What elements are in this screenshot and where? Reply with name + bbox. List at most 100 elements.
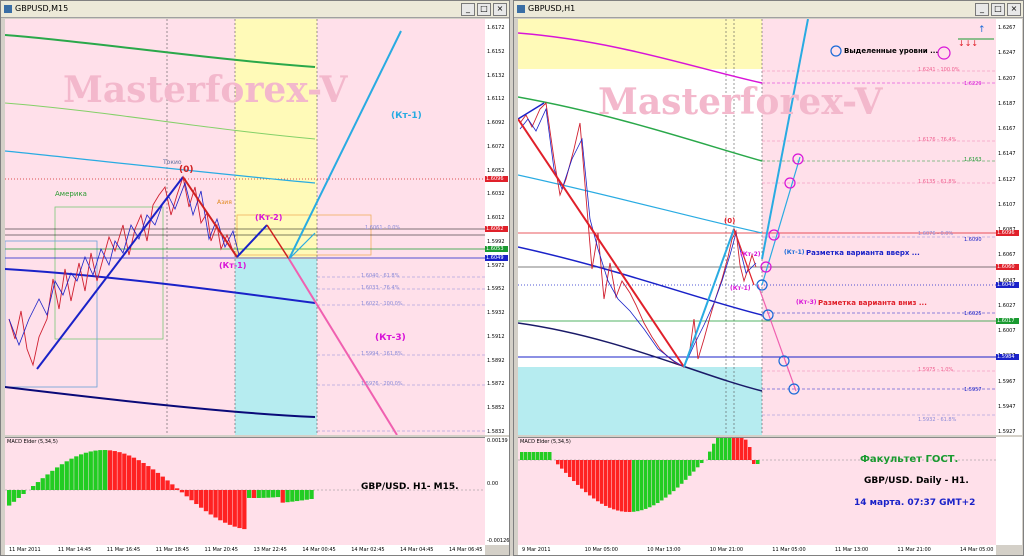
macd-bar — [103, 450, 108, 490]
macd-bar — [11, 490, 17, 502]
macd-bar — [184, 490, 189, 497]
macd-bar — [748, 447, 752, 460]
wave-line-1 — [182, 176, 238, 258]
time-tick: 13 Mar 22:45 — [253, 547, 287, 553]
right-chart-window[interactable]: GBPUSD,H1 _ □ × Masterforex-V ↑ ↓↓↓ Выде… — [513, 0, 1024, 556]
fib-rlabel-8: 1.6025 — [964, 311, 982, 317]
macd-bar — [672, 460, 676, 492]
price-tick: 1.6172 — [487, 25, 505, 31]
macd-bar — [644, 460, 648, 509]
macd-bar — [696, 460, 700, 468]
price-tick: 1.5872 — [487, 381, 505, 388]
macd-bar — [560, 460, 564, 469]
macd-bar — [50, 470, 55, 490]
price-tag-green: 1.6017 — [996, 318, 1019, 324]
macd-bar — [266, 490, 271, 498]
fib-label-4: 1.6022 - 100.0% — [361, 301, 403, 307]
macd-bar — [141, 462, 146, 490]
left-price-axis[interactable]: 1.6172 1.6152 1.6132 1.6112 1.6092 1.6072 1.60… — [485, 19, 509, 435]
macd-bar — [656, 460, 660, 504]
right-macd-plot[interactable]: MACD Elder (5,34,5) Факультет ГОСТ. GBP/… — [518, 437, 996, 546]
fib-rlabel-5: 1.6135 - 61.8% — [918, 179, 957, 185]
macd-bar — [40, 478, 45, 490]
left-window-titlebar[interactable]: GBPUSD,M15 _ □ × — [1, 1, 509, 18]
macd-bar — [98, 450, 103, 490]
wave-label-kt2: (Кт-2) — [740, 251, 761, 258]
time-tick: 11 Mar 13:00 — [834, 547, 869, 553]
minimize-button[interactable]: _ — [461, 3, 475, 16]
chart-window-icon — [4, 5, 12, 13]
price-tick: 1.5892 — [487, 357, 505, 364]
left-time-axis: 11 Mar 2011 11 Mar 14:45 11 Mar 16:45 11 Ma… — [5, 545, 485, 555]
macd-bar — [708, 451, 712, 460]
macd-bar — [290, 490, 295, 502]
fib-label-5: 1.5994 - 161.8% — [361, 351, 403, 357]
macd-bar — [640, 460, 644, 511]
price-tag-blue-2: 1.5984 — [996, 354, 1019, 360]
label-america: Америка — [55, 190, 87, 198]
macd-tick-bottom: -0.00126 — [487, 538, 510, 544]
macd-bar — [309, 490, 314, 499]
macd-bar — [7, 490, 12, 506]
right-window-titlebar[interactable]: GBPUSD,H1 _ □ × — [514, 1, 1023, 18]
macd-bar — [636, 460, 640, 512]
price-tick: 1.5992 — [487, 238, 505, 245]
macd-bar — [55, 467, 60, 490]
macd-bar — [165, 480, 170, 490]
time-tick: 14 Mar 06:45 — [449, 547, 483, 553]
projection-up — [761, 19, 809, 260]
right-price-plot[interactable]: Masterforex-V ↑ ↓↓↓ Выделенные уровни ..… — [518, 19, 996, 435]
macd-bar — [612, 460, 616, 510]
left-price-plot[interactable]: Masterforex-V Америка Токио Азия (0) (Кт… — [5, 19, 485, 435]
price-tick: 1.6107 — [998, 201, 1016, 208]
price-tag-red: 1.6096 — [485, 176, 508, 182]
maximize-button[interactable]: □ — [477, 3, 491, 16]
macd-bar — [540, 452, 544, 460]
macd-bar — [744, 439, 748, 460]
macd-bar — [576, 460, 580, 485]
macd-bar — [242, 490, 247, 530]
fib-label-1: 1.6061 - 0.0% — [365, 225, 401, 231]
macd-bar — [592, 460, 596, 499]
macd-bar — [520, 452, 524, 460]
macd-bar — [69, 458, 74, 490]
price-tick: 1.5967 — [998, 378, 1016, 385]
left-window-title: GBPUSD,M15 — [15, 4, 69, 13]
macd-bar — [175, 488, 180, 490]
macd-bar — [155, 472, 161, 490]
macd-bar — [295, 490, 300, 502]
price-tick: 1.6127 — [998, 176, 1016, 183]
close-button[interactable]: × — [493, 3, 507, 16]
macd-bar — [548, 452, 552, 460]
maximize-button[interactable]: □ — [991, 3, 1005, 16]
close-button[interactable]: × — [1007, 3, 1021, 16]
price-tick: 1.6207 — [998, 75, 1016, 82]
left-chart-window[interactable]: GBPUSD,M15 _ □ × Masterforex-V Америка Т… — [0, 0, 510, 556]
fib-rlabel-11: 1.5932 - 61.8% — [918, 417, 957, 423]
right-price-axis[interactable]: 1.6267 1.6247 1.6207 1.6187 1.6167 1.6147 1.61… — [996, 19, 1022, 435]
macd-bar — [199, 490, 204, 508]
macd-bar — [280, 490, 285, 503]
left-macd-axis: 0.00139 0.00 -0.00126 — [485, 437, 509, 545]
macd-bar — [21, 490, 26, 494]
macd-bar — [584, 460, 588, 493]
macd-bar — [668, 460, 672, 495]
price-tag-red: 1.6096 — [996, 230, 1019, 236]
macd-bar — [616, 460, 620, 511]
projection-up-2 — [761, 156, 801, 286]
price-tick: 1.5952 — [487, 286, 505, 293]
macd-bar — [564, 460, 568, 473]
macd-bar — [624, 460, 628, 512]
macd-bar — [213, 490, 218, 518]
legend-circle-magenta — [937, 46, 951, 60]
macd-bar — [756, 460, 760, 464]
left-macd-plot[interactable]: MACD Elder (5,34,5) GBP/USD. H1- M15. — [5, 437, 485, 546]
macd-bar — [74, 456, 79, 490]
macd-bar — [752, 460, 756, 464]
legend-circle-blue — [830, 45, 842, 57]
right-caption-3: 14 марта. 07:37 GMT+2 — [854, 498, 976, 508]
macd-bar — [88, 451, 93, 490]
fib-rlabel-2: 1.6229 — [964, 81, 982, 87]
minimize-button[interactable]: _ — [975, 3, 989, 16]
macd-bar — [596, 460, 600, 502]
